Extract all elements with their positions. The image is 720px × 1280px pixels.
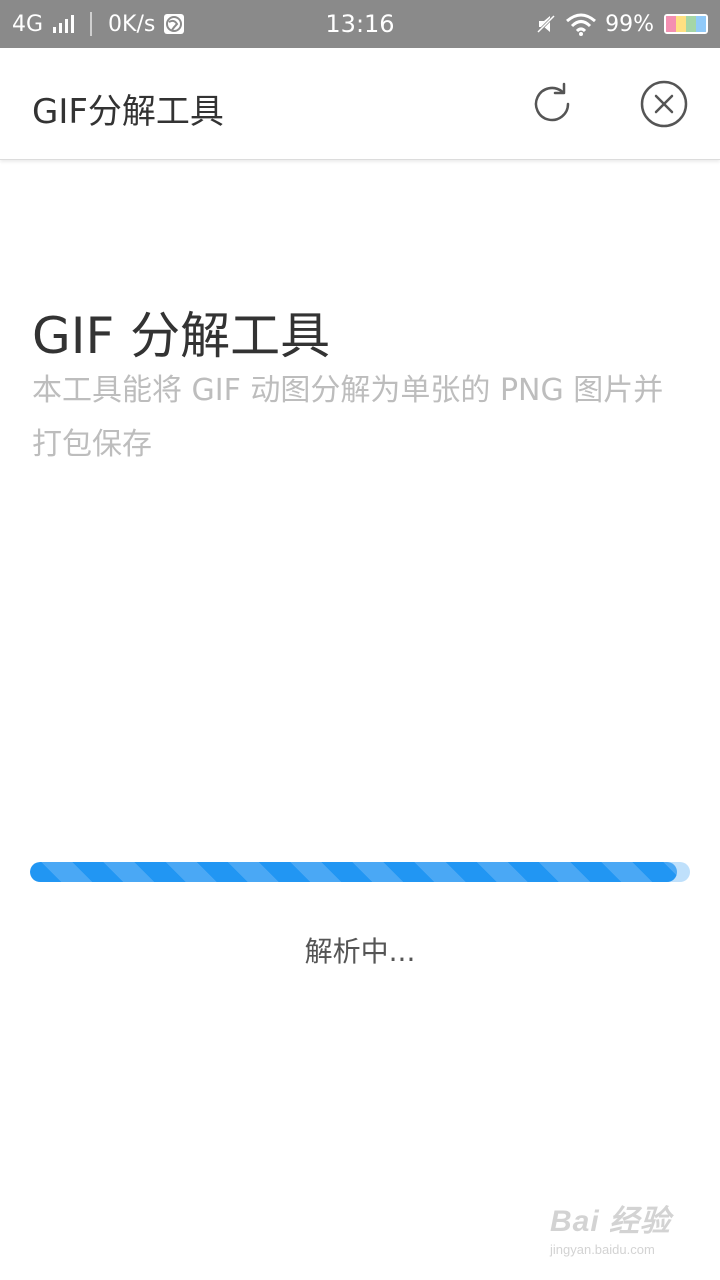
- progress-fill: [30, 862, 677, 882]
- page-description: 本工具能将 GIF 动图分解为单张的 PNG 图片并打包保存: [32, 373, 664, 462]
- status-bar: 4G 0K/s 13:16 99%: [0, 0, 720, 48]
- page-title: GIF 分解工具: [32, 307, 331, 365]
- network-type: 4G: [12, 11, 44, 37]
- watermark-url: jingyan.baidu.com: [550, 1242, 655, 1257]
- watermark: Bai 经验 jingyan.baidu.com: [550, 1196, 700, 1268]
- status-right: 99%: [535, 12, 708, 37]
- signal-icon: [53, 15, 75, 33]
- progress-bar: [30, 862, 690, 882]
- network-speed: 0K/s: [108, 11, 156, 37]
- app-title: GIF分解工具: [32, 92, 224, 132]
- status-divider: [90, 12, 93, 36]
- battery-percent: 99%: [605, 11, 654, 37]
- app-bar: GIF分解工具: [0, 48, 720, 160]
- mute-icon: [537, 14, 556, 34]
- status-left: 4G 0K/s: [12, 12, 185, 37]
- progress-status-text: 解析中...: [304, 935, 416, 968]
- wifi-icon: [566, 13, 597, 36]
- watermark-logo: Bai 经验: [550, 1205, 672, 1238]
- battery-icon: [664, 14, 708, 34]
- vpn-globe-icon: [164, 14, 185, 34]
- refresh-icon[interactable]: [526, 78, 578, 130]
- close-circle-icon[interactable]: [638, 78, 690, 130]
